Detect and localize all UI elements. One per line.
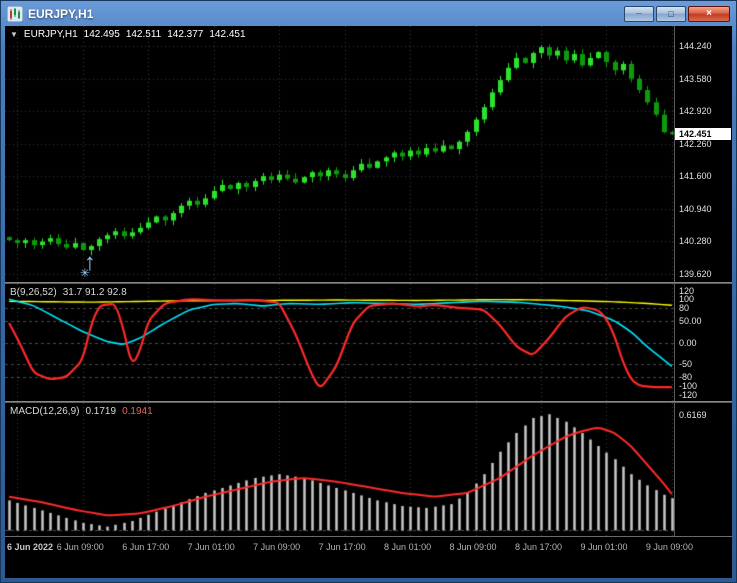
price-scale-label: 144.240 [679,41,712,52]
oscillator-scale-label: 80 [679,302,690,313]
window-controls: _ □ × [624,4,730,22]
macd-label: MACD(12,26,9) 0.1719 0.1941 [10,406,153,417]
time-axis-label: 6 Jun 09:00 [56,542,104,552]
quote-close: 142.451 [209,29,246,40]
oscillator-scale-label: -50 [679,359,693,370]
oscillator-scale-label: -120 [679,389,698,400]
macd-name: MACD(12,26,9) [10,406,80,417]
ohlc-readout: ▼ EURJPY,H1 142.495 142.511 142.377 142.… [10,29,246,40]
quote-high: 142.511 [125,29,162,40]
title-bar[interactable]: EURJPY,H1 _ □ × [2,2,735,26]
window-title: EURJPY,H1 [28,7,94,21]
time-axis[interactable]: 6 Jun 2022 6 Jun 09:00 6 Jun 17:00 7 Jun 01… [5,536,732,578]
close-button[interactable]: × [688,6,730,22]
oscillator-scale-label: 50.00 [679,315,702,326]
time-axis-label: 6 Jun 2022 [7,542,54,552]
time-axis-label: 9 Jun 09:00 [645,542,693,552]
maximize-button[interactable]: □ [656,6,686,22]
quote-open: 142.495 [83,29,120,40]
oscillator-canvas[interactable] [5,284,676,401]
price-scale-label: 139.620 [679,268,712,279]
minimize-button[interactable]: _ [624,4,654,22]
symbol-label: EURJPY,H1 [23,29,78,40]
price-chart-canvas[interactable] [5,26,676,282]
macd-value-signal: 0.1941 [122,406,153,417]
macd-value-main: 0.1719 [85,406,117,417]
oscillator-label: B(9,26,52) 31.7 91.2 92.8 [10,287,127,298]
price-scale-label: 142.920 [679,106,712,117]
time-axis-label: 8 Jun 09:00 [449,542,497,552]
price-scale[interactable]: 142.451 144.240 143.580 142.920 142.260 141.… [674,26,732,282]
time-axis-label: 7 Jun 01:00 [187,542,235,552]
time-axis-label: 6 Jun 17:00 [122,542,170,552]
oscillator-values: 31.7 91.2 92.8 [62,287,127,298]
price-scale-label: 140.280 [679,236,712,247]
oscillator-pane: B(9,26,52) 31.7 91.2 92.8 120 100 80 50.00 0… [5,284,732,401]
chart-window: EURJPY,H1 _ □ × ▼ EURJPY,H1 142.495 142.… [0,0,737,583]
macd-canvas[interactable] [5,403,676,536]
time-axis-label: 7 Jun 17:00 [318,542,366,552]
oscillator-scale-label: 0.00 [679,337,697,348]
price-scale-label: 143.580 [679,73,712,84]
time-axis-label: 7 Jun 09:00 [253,542,301,552]
price-scale-label: 142.260 [679,138,712,149]
price-pane: ▼ EURJPY,H1 142.495 142.511 142.377 142.… [5,26,732,282]
quote-low: 142.377 [167,29,204,40]
time-axis-label: 9 Jun 01:00 [580,542,628,552]
time-axis-label: 8 Jun 01:00 [384,542,432,552]
minimize-icon: _ [636,4,642,15]
chart-client-area: ▼ EURJPY,H1 142.495 142.511 142.377 142.… [5,26,732,578]
candlestick-chart-icon [6,5,24,23]
price-scale-label: 140.940 [679,203,712,214]
chevron-down-icon: ▼ [10,30,18,39]
price-scale-label: 141.600 [679,171,712,182]
oscillator-scale[interactable]: 120 100 80 50.00 0.00 -50 -80 -100 -120 [674,284,732,401]
close-icon: × [706,8,712,19]
oscillator-name: B(9,26,52) [10,287,57,298]
time-axis-label: 8 Jun 17:00 [514,542,563,552]
maximize-icon: □ [668,9,674,19]
macd-pane: MACD(12,26,9) 0.1719 0.1941 0.6169 [5,403,732,536]
macd-scale-label: 0.6169 [679,409,707,420]
macd-scale[interactable]: 0.6169 [674,403,732,536]
